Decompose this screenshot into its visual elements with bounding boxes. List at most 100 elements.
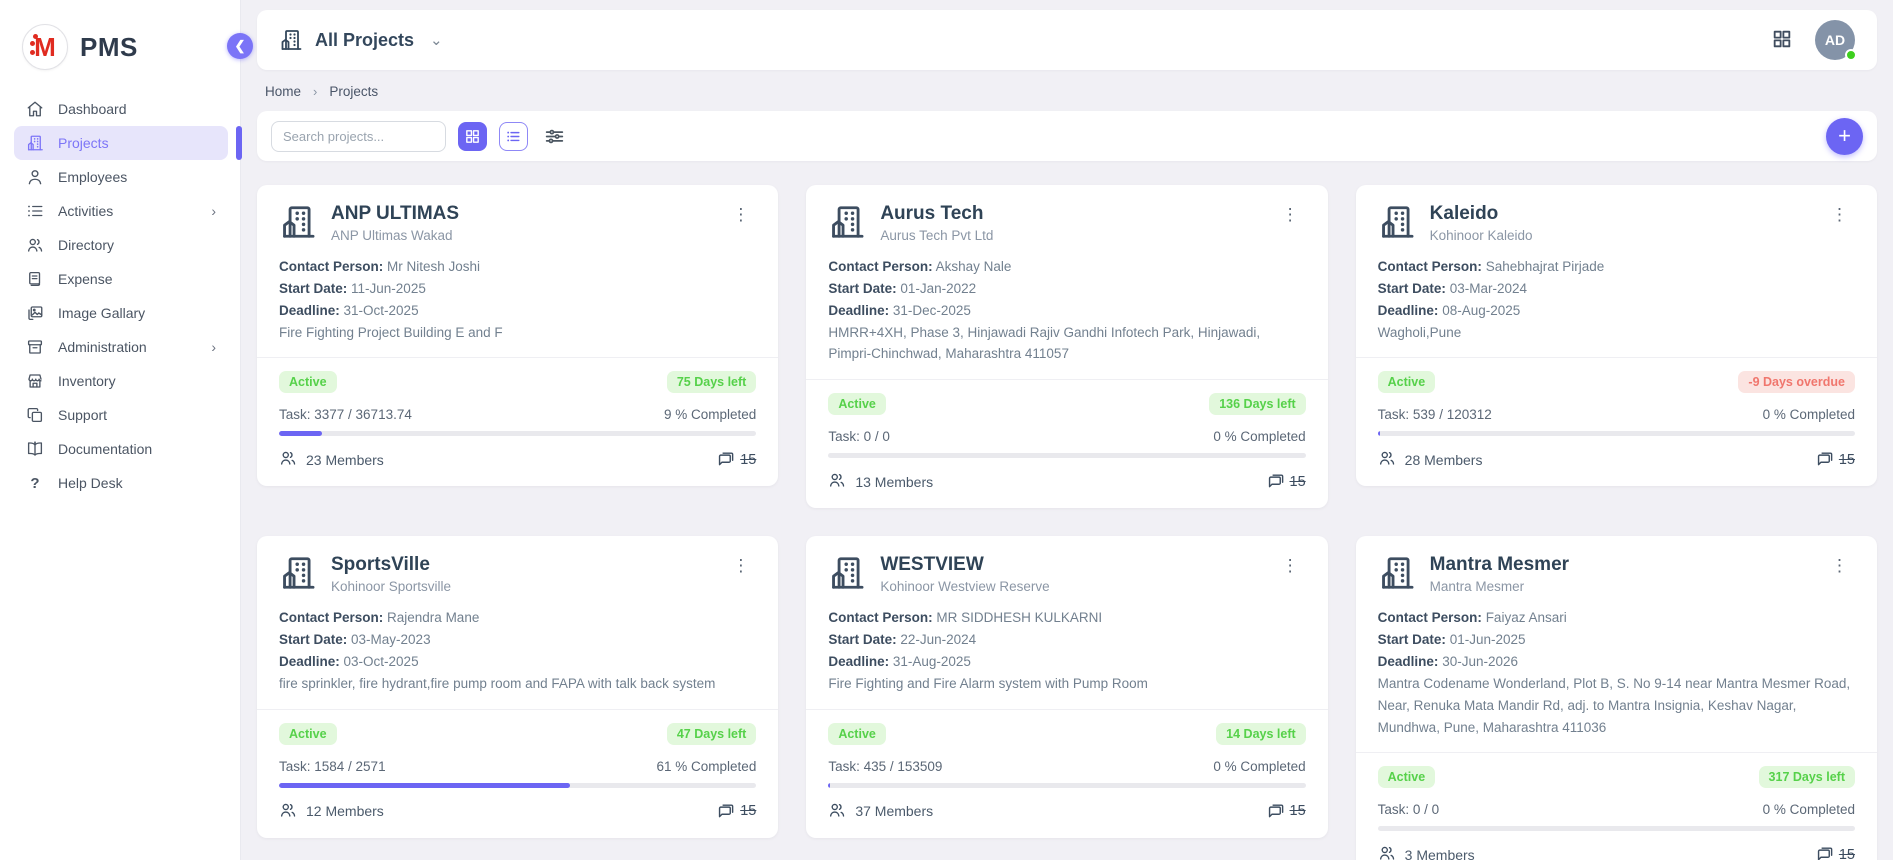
members-count: 12 Members (306, 803, 384, 819)
chat-button[interactable]: 15 (716, 450, 756, 469)
sidebar-item-expense[interactable]: Expense (14, 262, 228, 296)
project-title[interactable]: Kaleido (1430, 203, 1811, 225)
members-row: 13 Members 15 (828, 471, 1305, 492)
filter-button[interactable] (540, 122, 569, 151)
task-count: Task: 3377 / 36713.74 (279, 407, 412, 422)
building-icon (828, 203, 866, 244)
card-titles: Kaleido Kohinoor Kaleido (1430, 203, 1811, 243)
contact-label: Contact Person: (1378, 610, 1482, 625)
contact-line: Contact Person: Rajendra Mane (279, 607, 756, 629)
project-subtitle: ANP Ultimas Wakad (331, 228, 712, 243)
progress-fill (279, 431, 322, 436)
sidebar-item-directory[interactable]: Directory (14, 228, 228, 262)
contact-value: MR SIDDHESH KULKARNI (936, 610, 1102, 625)
image-icon (26, 304, 44, 322)
project-meta: Contact Person: Rajendra Mane Start Date… (279, 607, 756, 694)
card-menu-button[interactable]: ⋮ (1276, 203, 1306, 227)
task-count: Task: 435 / 153509 (828, 759, 942, 774)
start-value: 01-Jan-2022 (900, 281, 976, 296)
sidebar-item-inventory[interactable]: Inventory (14, 364, 228, 398)
deadline-label: Deadline: (1378, 654, 1439, 669)
members-row: 12 Members 15 (279, 801, 756, 822)
grid-view-button[interactable] (458, 122, 487, 151)
breadcrumb: Home › Projects (257, 70, 1877, 111)
project-subtitle: Kohinoor Kaleido (1430, 228, 1811, 243)
store-icon (26, 372, 44, 390)
chat-icon (716, 450, 735, 469)
sidebar-collapse-button[interactable]: ❮ (227, 33, 253, 59)
search-input[interactable] (271, 121, 446, 152)
chat-button[interactable]: 15 (716, 802, 756, 821)
progress-bar (279, 783, 756, 788)
card-header: ANP ULTIMAS ANP Ultimas Wakad ⋮ (279, 203, 756, 244)
chevron-right-icon: › (211, 339, 216, 355)
project-title[interactable]: ANP ULTIMAS (331, 203, 712, 225)
grid-view-icon (464, 128, 481, 145)
card-titles: SportsVille Kohinoor Sportsville (331, 554, 712, 594)
building-icon (828, 554, 866, 595)
sidebar-item-help-desk[interactable]: ? Help Desk (14, 466, 228, 500)
sidebar-item-image-gallery[interactable]: Image Gallary (14, 296, 228, 330)
progress-fill (279, 783, 570, 788)
header-actions: AD (1771, 20, 1855, 60)
breadcrumb-home[interactable]: Home (265, 84, 301, 99)
card-menu-button[interactable]: ⋮ (726, 203, 756, 227)
divider (257, 709, 778, 710)
apps-grid-button[interactable] (1771, 28, 1793, 53)
chat-button[interactable]: 15 (1815, 450, 1855, 469)
sidebar-item-administration[interactable]: Administration › (14, 330, 228, 364)
members-icon (1378, 449, 1396, 470)
badge-row: Active 75 Days left (279, 371, 756, 393)
sidebar-item-dashboard[interactable]: Dashboard (14, 92, 228, 126)
card-menu-button[interactable]: ⋮ (1276, 554, 1306, 578)
project-description: fire sprinkler, fire hydrant,fire pump r… (279, 673, 756, 695)
chat-button[interactable]: 15 (1266, 802, 1306, 821)
sidebar-item-projects[interactable]: Projects (14, 126, 228, 160)
status-badge: Active (279, 371, 337, 393)
task-row: Task: 435 / 153509 0 % Completed (828, 759, 1305, 774)
days-badge: 75 Days left (667, 371, 756, 393)
grid-icon (1771, 28, 1793, 50)
contact-value: Mr Nitesh Joshi (387, 259, 480, 274)
chat-button[interactable]: 15 (1266, 472, 1306, 491)
chevron-right-icon: › (313, 84, 317, 99)
chat-icon (1266, 472, 1285, 491)
breadcrumb-current: Projects (329, 84, 378, 99)
sidebar-item-support[interactable]: Support (14, 398, 228, 432)
sidebar-item-label: Expense (58, 271, 112, 287)
card-menu-button[interactable]: ⋮ (1825, 554, 1855, 578)
list-view-button[interactable] (499, 122, 528, 151)
project-title[interactable]: Mantra Mesmer (1430, 554, 1811, 576)
deadline-value: 31-Oct-2025 (344, 303, 419, 318)
sidebar-item-activities[interactable]: Activities › (14, 194, 228, 228)
contact-label: Contact Person: (828, 259, 932, 274)
card-menu-button[interactable]: ⋮ (726, 554, 756, 578)
all-projects-dropdown[interactable]: All Projects ⌄ (279, 28, 443, 52)
project-description: Fire Fighting and Fire Alarm system with… (828, 673, 1305, 695)
sidebar-item-label: Inventory (58, 373, 116, 389)
contact-label: Contact Person: (828, 610, 932, 625)
add-project-button[interactable]: + (1826, 118, 1863, 155)
project-title[interactable]: Aurus Tech (880, 203, 1261, 225)
progress-bar (828, 783, 1305, 788)
completed-percent: 0 % Completed (1763, 407, 1855, 422)
copy-icon (26, 406, 44, 424)
chat-button[interactable]: 15 (1815, 845, 1855, 860)
task-row: Task: 0 / 0 0 % Completed (1378, 802, 1855, 817)
start-value: 03-May-2023 (351, 632, 431, 647)
sidebar-item-employees[interactable]: Employees (14, 160, 228, 194)
project-card: Aurus Tech Aurus Tech Pvt Ltd ⋮ Contact … (806, 185, 1327, 508)
project-title[interactable]: WESTVIEW (880, 554, 1261, 576)
contact-label: Contact Person: (1378, 259, 1482, 274)
sidebar-item-label: Activities (58, 203, 113, 219)
main-content: All Projects ⌄ AD Home › Projects + (241, 0, 1893, 860)
project-title[interactable]: SportsVille (331, 554, 712, 576)
avatar[interactable]: AD (1815, 20, 1855, 60)
progress-fill (1378, 431, 1380, 436)
card-menu-button[interactable]: ⋮ (1825, 203, 1855, 227)
sidebar-item-documentation[interactable]: Documentation (14, 432, 228, 466)
start-label: Start Date: (1378, 281, 1446, 296)
chat-icon (1815, 450, 1834, 469)
project-subtitle: Kohinoor Westview Reserve (880, 579, 1261, 594)
members-row: 37 Members 15 (828, 801, 1305, 822)
